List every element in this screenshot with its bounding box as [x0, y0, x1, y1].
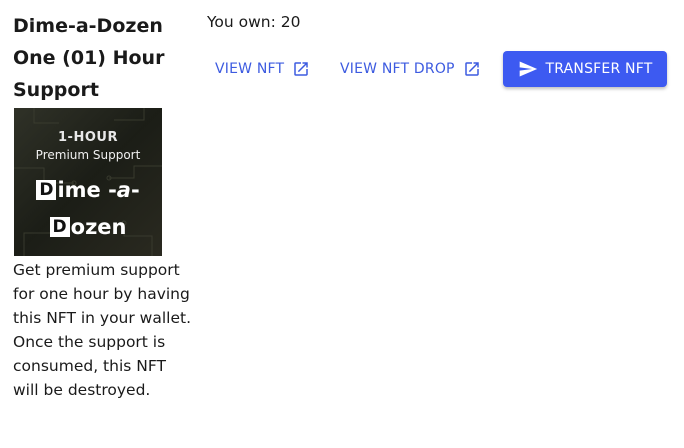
- nft-detail-page: Dime-a-Dozen One (01) Hour Support 1-HOU…: [0, 0, 684, 448]
- logo-box-letter: D: [49, 217, 70, 237]
- logo-box-letter: D: [36, 180, 57, 200]
- logo-dash: -: [130, 178, 140, 202]
- nft-info-column: Dime-a-Dozen One (01) Hour Support 1-HOU…: [13, 10, 193, 402]
- nft-image-subheading: Premium Support: [35, 148, 141, 162]
- open-in-new-icon: [294, 62, 309, 76]
- nft-image-heading: 1-HOUR: [58, 130, 118, 145]
- view-nft-button[interactable]: VIEW NFT: [215, 51, 310, 87]
- nft-title: Dime-a-Dozen One (01) Hour Support: [13, 15, 165, 101]
- send-icon: [519, 61, 537, 77]
- view-nft-label: VIEW NFT: [215, 61, 285, 77]
- nft-image-logo-line-1: Dime -a-: [14, 178, 162, 202]
- view-nft-drop-button[interactable]: VIEW NFT DROP: [340, 51, 481, 87]
- logo-text: ozen: [70, 215, 127, 239]
- nft-description: Get premium support for one hour by havi…: [13, 261, 192, 399]
- transfer-nft-label: TRANSFER NFT: [545, 61, 653, 77]
- nft-image-logo-line-2: Dozen: [14, 215, 162, 239]
- nft-actions: VIEW NFT VIEW NFT DROP TRANSFER NFT: [207, 51, 667, 87]
- logo-italic-letter: a: [116, 178, 131, 202]
- transfer-nft-button[interactable]: TRANSFER NFT: [503, 51, 667, 87]
- nft-image: 1-HOUR Premium Support Dime -a- Dozen: [14, 108, 162, 256]
- logo-text: ime -: [57, 178, 117, 202]
- view-nft-drop-label: VIEW NFT DROP: [340, 61, 455, 77]
- open-in-new-icon: [464, 62, 479, 76]
- ownership-count: You own: 20: [207, 13, 301, 31]
